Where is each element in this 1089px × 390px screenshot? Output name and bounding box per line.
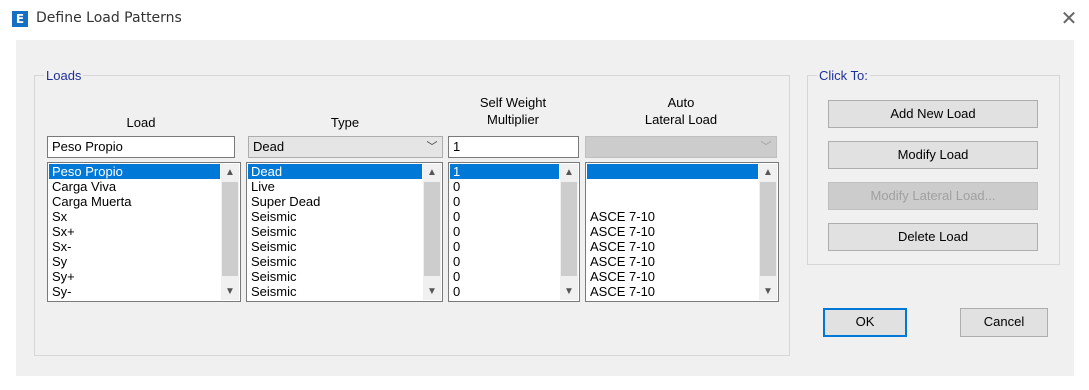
multiplier-list-item[interactable]: 0 — [450, 239, 559, 254]
multiplier-list-items: 100000000 — [450, 164, 559, 300]
auto-lateral-header-line1: Auto — [667, 95, 695, 110]
chevron-down-icon: ﹀ — [760, 141, 772, 153]
scroll-down-icon[interactable]: ▼ — [560, 283, 578, 300]
auto-lateral-list-items: ASCE 7-10 ASCE 7-10 ASCE 7-10 ASCE 7-10 ASCE… — [587, 164, 758, 300]
multiplier-list-item[interactable]: 0 — [450, 194, 559, 209]
type-list-item[interactable]: Seismic — [248, 254, 422, 269]
self-weight-header-line1: Self Weight — [479, 95, 547, 110]
load-list-item[interactable]: Sx- — [49, 239, 220, 254]
self-weight-multiplier-header: Self Weight Multiplier — [447, 94, 579, 128]
load-type-select[interactable]: Dead ﹀ — [248, 136, 443, 158]
scroll-up-icon[interactable]: ▲ — [221, 164, 239, 181]
type-list-scrollbar[interactable]: ▲ ▼ — [423, 164, 441, 300]
load-list-scrollbar[interactable]: ▲ ▼ — [221, 164, 239, 300]
scroll-down-icon[interactable]: ▼ — [423, 283, 441, 300]
load-name-list-items: Peso Propio Carga Viva Carga Muerta Sx Sx+ Sx… — [49, 164, 220, 300]
load-list-item[interactable]: Sy+ — [49, 269, 220, 284]
add-new-load-button[interactable]: Add New Load — [828, 100, 1038, 128]
auto-lateral-list-item[interactable]: ASCE 7-10 — [587, 224, 758, 239]
self-weight-multiplier-input[interactable]: 1 — [448, 136, 579, 158]
multiplier-list-item[interactable]: 0 — [450, 209, 559, 224]
auto-lateral-load-header: Auto Lateral Load — [585, 94, 777, 128]
click-to-group-label: Click To: — [817, 68, 870, 83]
scroll-down-icon[interactable]: ▼ — [221, 283, 239, 300]
load-list-item[interactable]: Carga Muerta — [49, 194, 220, 209]
close-icon[interactable]: ✕ — [1059, 8, 1079, 28]
multiplier-list-item[interactable]: 0 — [450, 254, 559, 269]
type-column-header: Type — [330, 115, 360, 130]
load-list-item[interactable]: Sy- — [49, 284, 220, 299]
auto-lateral-list-item[interactable] — [587, 164, 758, 179]
scroll-up-icon[interactable]: ▲ — [759, 164, 777, 181]
type-list-item[interactable]: Dead — [248, 164, 422, 179]
load-list-item[interactable]: Carga Viva — [49, 179, 220, 194]
type-list-item[interactable]: Seismic — [248, 284, 422, 299]
self-weight-multiplier-list[interactable]: 100000000 ▲ ▼ — [448, 162, 580, 302]
modify-load-button[interactable]: Modify Load — [828, 141, 1038, 169]
auto-lateral-list-item[interactable]: ASCE 7-10 — [587, 284, 758, 299]
scroll-thumb[interactable] — [222, 182, 238, 276]
multiplier-list-item[interactable]: 0 — [450, 224, 559, 239]
type-list-item[interactable]: Seismic — [248, 209, 422, 224]
load-type-list[interactable]: Dead Live Super Dead Seismic Seismic Seismic S… — [246, 162, 443, 302]
modify-lateral-load-button[interactable]: Modify Lateral Load... — [828, 182, 1038, 210]
auto-lateral-list-item[interactable]: ASCE 7-10 — [587, 254, 758, 269]
auto-lateral-list-item[interactable]: ASCE 7-10 — [587, 209, 758, 224]
type-list-item[interactable]: Super Dead — [248, 194, 422, 209]
multiplier-list-item[interactable]: 1 — [450, 164, 559, 179]
load-name-input[interactable]: Peso Propio — [47, 136, 235, 158]
click-to-group: Click To: Add New Load Modify Load Modif… — [807, 68, 1060, 265]
load-column-header: Load — [126, 115, 156, 130]
window-title: Define Load Patterns — [36, 10, 182, 26]
multiplier-list-scrollbar[interactable]: ▲ ▼ — [560, 164, 578, 300]
auto-lateral-list-item[interactable]: ASCE 7-10 — [587, 239, 758, 254]
multiplier-list-item[interactable]: 0 — [450, 284, 559, 299]
chevron-down-icon: ﹀ — [426, 141, 438, 153]
load-list-item[interactable]: Sx+ — [49, 224, 220, 239]
type-list-item[interactable]: Seismic — [248, 224, 422, 239]
auto-lateral-list-item[interactable] — [587, 194, 758, 209]
load-type-list-items: Dead Live Super Dead Seismic Seismic Seismic S… — [248, 164, 422, 300]
multiplier-list-item[interactable]: 0 — [450, 269, 559, 284]
cancel-button[interactable]: Cancel — [960, 308, 1048, 337]
scroll-up-icon[interactable]: ▲ — [560, 164, 578, 181]
dialog-client-area: Loads Load Type Self Weight Multiplier A… — [16, 40, 1074, 376]
loads-group-label: Loads — [44, 68, 84, 83]
ok-button[interactable]: OK — [823, 308, 907, 337]
multiplier-list-item[interactable]: 0 — [450, 179, 559, 194]
type-list-item[interactable]: Live — [248, 179, 422, 194]
load-name-list[interactable]: Peso Propio Carga Viva Carga Muerta Sx Sx+ Sx… — [47, 162, 241, 302]
load-list-item[interactable]: Peso Propio — [49, 164, 220, 179]
delete-load-button[interactable]: Delete Load — [828, 223, 1038, 251]
scroll-thumb[interactable] — [424, 182, 440, 276]
auto-lateral-list-scrollbar[interactable]: ▲ ▼ — [759, 164, 777, 300]
load-list-item[interactable]: Sy — [49, 254, 220, 269]
auto-lateral-header-line2: Lateral Load — [644, 112, 718, 127]
scroll-down-icon[interactable]: ▼ — [759, 283, 777, 300]
scroll-thumb[interactable] — [760, 182, 776, 276]
auto-lateral-load-list[interactable]: ASCE 7-10 ASCE 7-10 ASCE 7-10 ASCE 7-10 ASCE… — [585, 162, 779, 302]
auto-lateral-load-select[interactable]: ﹀ — [585, 136, 777, 158]
etabs-app-icon: E — [12, 11, 28, 27]
scroll-up-icon[interactable]: ▲ — [423, 164, 441, 181]
scroll-thumb[interactable] — [561, 182, 577, 276]
type-list-item[interactable]: Seismic — [248, 239, 422, 254]
load-list-item[interactable]: Sx — [49, 209, 220, 224]
auto-lateral-list-item[interactable] — [587, 179, 758, 194]
auto-lateral-list-item[interactable]: ASCE 7-10 — [587, 269, 758, 284]
load-type-select-value: Dead — [253, 139, 285, 154]
loads-group: Loads Load Type Self Weight Multiplier A… — [34, 68, 790, 356]
window-bottom-margin — [0, 376, 1089, 390]
type-list-item[interactable]: Seismic — [248, 269, 422, 284]
self-weight-header-line2: Multiplier — [486, 112, 539, 127]
title-bar: E Define Load Patterns ✕ — [0, 0, 1089, 38]
